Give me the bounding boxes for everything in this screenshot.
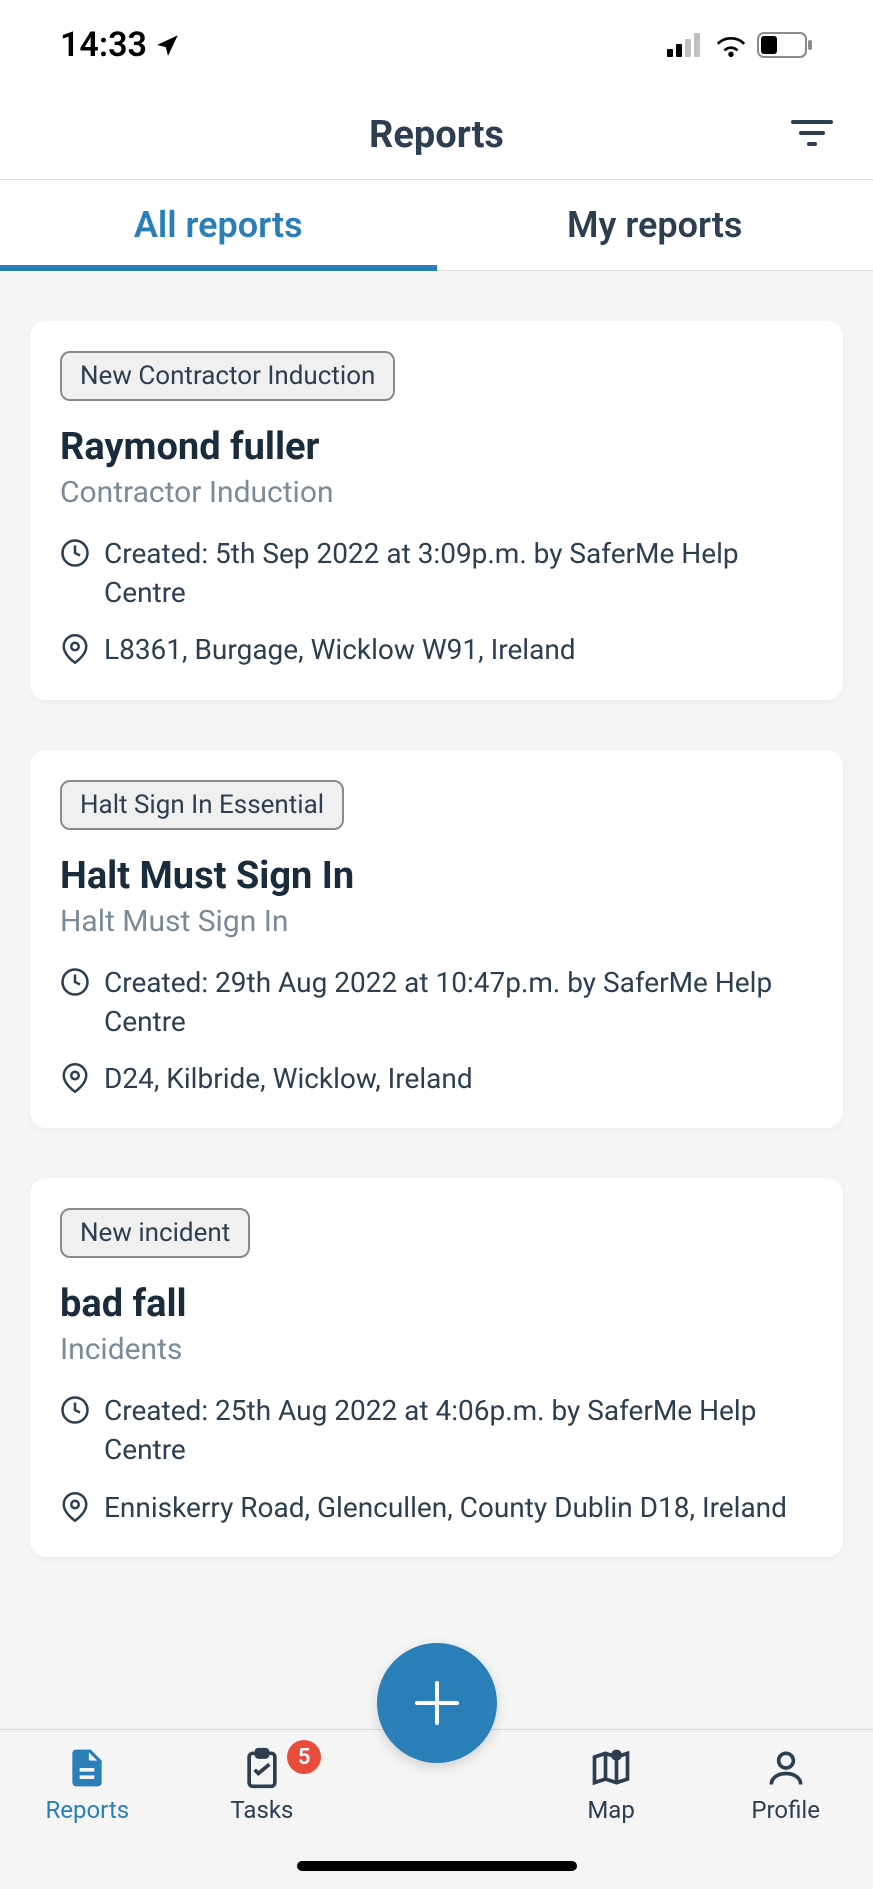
tab-label: My reports [567,204,742,246]
report-subtitle: Halt Must Sign In [60,904,813,939]
page-title: Reports [369,113,504,157]
created-text: Created: 5th Sep 2022 at 3:09p.m. by Saf… [104,534,813,612]
status-badge: New incident [60,1208,250,1258]
nav-label: Map [587,1796,634,1824]
tasks-badge: 5 [287,1740,321,1774]
report-subtitle: Incidents [60,1332,813,1367]
nav-profile[interactable]: Profile [698,1746,873,1824]
report-card[interactable]: New incident bad fall Incidents Created:… [30,1178,843,1557]
profile-icon [764,1746,808,1790]
report-card[interactable]: New Contractor Induction Raymond fuller … [30,321,843,700]
nav-label: Reports [45,1796,129,1824]
nav-tasks[interactable]: 5 Tasks [175,1746,350,1824]
status-icons [667,32,813,58]
report-title: Raymond fuller [60,425,813,469]
created-row: Created: 5th Sep 2022 at 3:09p.m. by Saf… [60,534,813,612]
status-time: 14:33 [60,25,181,65]
nav-label: Tasks [230,1796,293,1824]
clock-icon [60,1395,90,1425]
created-text: Created: 29th Aug 2022 at 10:47p.m. by S… [104,963,813,1041]
pin-icon [60,1492,90,1522]
filter-icon [791,118,833,148]
reports-list: New Contractor Induction Raymond fuller … [0,271,873,1557]
pin-icon [60,634,90,664]
nav-map[interactable]: Map [524,1746,699,1824]
plus-icon [407,1673,467,1733]
tab-my-reports[interactable]: My reports [437,180,873,270]
map-icon [589,1746,633,1790]
report-card[interactable]: Halt Sign In Essential Halt Must Sign In… [30,750,843,1129]
report-subtitle: Contractor Induction [60,475,813,510]
home-indicator[interactable] [297,1861,577,1871]
tab-label: All reports [134,204,303,246]
tasks-icon [240,1746,284,1790]
created-row: Created: 29th Aug 2022 at 10:47p.m. by S… [60,963,813,1041]
location-text: Enniskerry Road, Glencullen, County Dubl… [104,1488,787,1527]
clock-icon [60,967,90,997]
location-arrow-icon [155,32,181,58]
status-badge: New Contractor Induction [60,351,395,401]
status-badge: Halt Sign In Essential [60,780,344,830]
add-button[interactable] [377,1643,497,1763]
time-label: 14:33 [60,25,147,65]
battery-icon [757,32,813,58]
tab-all-reports[interactable]: All reports [0,180,437,270]
reports-icon [65,1746,109,1790]
location-row: Enniskerry Road, Glencullen, County Dubl… [60,1488,813,1527]
location-row: D24, Kilbride, Wicklow, Ireland [60,1059,813,1098]
created-row: Created: 25th Aug 2022 at 4:06p.m. by Sa… [60,1391,813,1469]
wifi-icon [715,33,747,57]
signal-icon [667,33,705,57]
nav-label: Profile [751,1796,820,1824]
clock-icon [60,538,90,568]
location-row: L8361, Burgage, Wicklow W91, Ireland [60,630,813,669]
report-title: bad fall [60,1282,813,1326]
created-text: Created: 25th Aug 2022 at 4:06p.m. by Sa… [104,1391,813,1469]
location-text: D24, Kilbride, Wicklow, Ireland [104,1059,473,1098]
pin-icon [60,1063,90,1093]
location-text: L8361, Burgage, Wicklow W91, Ireland [104,630,576,669]
header: Reports [0,90,873,180]
report-title: Halt Must Sign In [60,854,813,898]
nav-reports[interactable]: Reports [0,1746,175,1824]
status-bar: 14:33 [0,0,873,90]
tabs: All reports My reports [0,180,873,271]
filter-button[interactable] [791,118,833,152]
